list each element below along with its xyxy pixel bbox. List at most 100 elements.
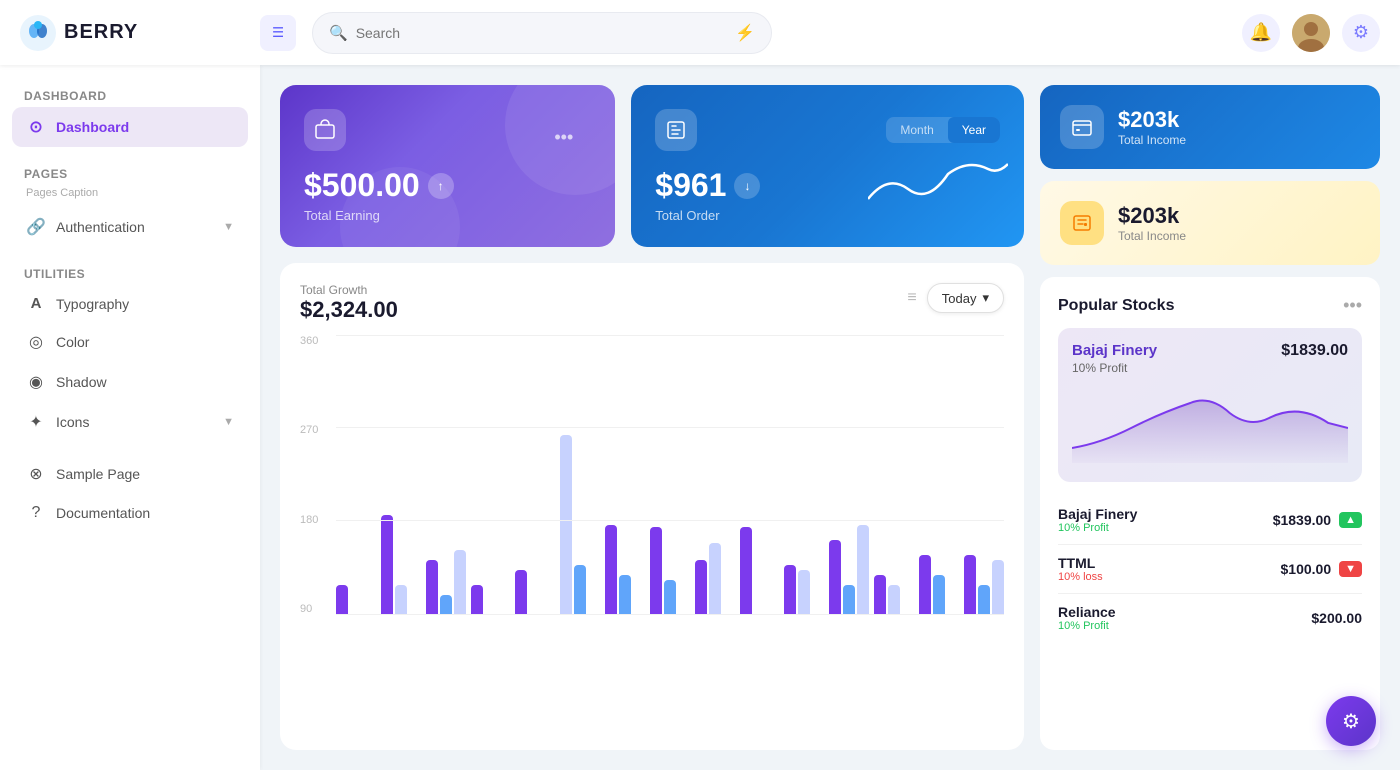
bar	[381, 515, 393, 615]
stock-price: $200.00	[1311, 610, 1362, 626]
stock-change: 10% Profit	[1058, 620, 1116, 632]
search-icon: 🔍	[329, 24, 348, 42]
bar	[829, 540, 841, 615]
income-label-yellow: Total Income	[1118, 229, 1186, 243]
documentation-icon: ?	[26, 504, 46, 522]
income-info-yellow: $203k Total Income	[1118, 203, 1186, 243]
earning-amount: $500.00 ↑	[304, 167, 591, 204]
order-card-top: Month Year	[655, 109, 1000, 151]
bar-group	[695, 543, 735, 615]
growth-label: Total Growth	[300, 283, 398, 297]
bar	[919, 555, 931, 615]
stocks-menu-icon[interactable]: •••	[1343, 295, 1362, 316]
bar	[336, 585, 348, 615]
pages-caption: Pages Caption	[12, 185, 248, 207]
order-amount: $961 ↓	[655, 167, 1000, 204]
bar-group	[336, 585, 376, 615]
avatar[interactable]	[1292, 14, 1330, 52]
sidebar-item-typography[interactable]: A Typography	[12, 285, 248, 322]
month-button[interactable]: Month	[886, 117, 947, 143]
bar	[709, 543, 721, 615]
bar	[798, 570, 810, 615]
bar	[619, 575, 631, 615]
bar-group	[740, 527, 780, 615]
main-layout: Dashboard ⊙ Dashboard Pages Pages Captio…	[0, 65, 1400, 770]
search-bar: 🔍 ⚡	[312, 12, 772, 54]
bajaj-featured: Bajaj Finery 10% Profit $1839.00	[1058, 328, 1362, 482]
bars	[336, 335, 1004, 615]
income-card-blue: $203k Total Income	[1040, 85, 1380, 169]
stock-item: TTML 10% loss $100.00 ▼	[1058, 545, 1362, 594]
sidebar-item-sample-page[interactable]: ⊗ Sample Page	[12, 454, 248, 494]
bajaj-top: Bajaj Finery 10% Profit $1839.00	[1072, 342, 1348, 375]
stock-price-row: $1839.00 ▲	[1273, 512, 1362, 528]
right-panel: $203k Total Income $203k Total Income Po…	[1040, 85, 1380, 750]
bar-chart: 360 270 180 90	[300, 335, 1004, 615]
order-card-icon	[655, 109, 697, 151]
bar	[695, 560, 707, 615]
bar-group	[874, 575, 914, 615]
bar	[454, 550, 466, 615]
sidebar-item-label: Color	[56, 334, 89, 350]
auth-icon: 🔗	[26, 217, 46, 237]
bar	[978, 585, 990, 615]
earning-label: Total Earning	[304, 208, 591, 223]
bar	[784, 565, 796, 615]
menu-button[interactable]: ☰	[260, 15, 296, 51]
bar	[515, 570, 527, 615]
bar	[664, 580, 676, 615]
card-dots-icon[interactable]: •••	[554, 127, 573, 148]
chevron-down-icon: ▼	[223, 221, 234, 233]
stock-details: Reliance 10% Profit	[1058, 604, 1116, 632]
search-input[interactable]	[356, 25, 727, 41]
sidebar-item-label: Authentication	[56, 219, 145, 235]
trend-down-badge: ▼	[1339, 561, 1362, 577]
stocks-card: Popular Stocks ••• Bajaj Finery 10% Prof…	[1040, 277, 1380, 750]
stock-item: Reliance 10% Profit $200.00	[1058, 594, 1362, 642]
stock-price-row: $100.00 ▼	[1281, 561, 1363, 577]
settings-button[interactable]: ⚙	[1342, 14, 1380, 52]
income-icon-blue	[1060, 105, 1104, 149]
sidebar-item-dashboard[interactable]: ⊙ Dashboard	[12, 107, 248, 147]
sidebar-item-documentation[interactable]: ? Documentation	[12, 494, 248, 532]
sidebar-item-label: Shadow	[56, 374, 107, 390]
bar	[888, 585, 900, 615]
income-label-blue: Total Income	[1118, 133, 1186, 147]
sidebar-item-label: Documentation	[56, 505, 150, 521]
y-label-360: 360	[300, 335, 318, 347]
stock-change: 10% loss	[1058, 571, 1103, 583]
stock-name: TTML	[1058, 555, 1103, 571]
shadow-icon: ◉	[26, 372, 46, 392]
sidebar-item-icons[interactable]: ✦ Icons ▼	[12, 402, 248, 442]
sidebar: Dashboard ⊙ Dashboard Pages Pages Captio…	[0, 65, 260, 770]
filter-icon[interactable]: ⚡	[735, 23, 755, 43]
sidebar-item-color[interactable]: ◎ Color	[12, 322, 248, 362]
sidebar-item-authentication[interactable]: 🔗 Authentication ▼	[12, 207, 248, 247]
stock-change: 10% Profit	[1058, 522, 1137, 534]
income-amount-blue: $203k	[1118, 107, 1186, 133]
bar-group	[560, 435, 600, 615]
sidebar-item-label: Sample Page	[56, 466, 140, 482]
year-button[interactable]: Year	[948, 117, 1000, 143]
notification-button[interactable]: 🔔	[1242, 14, 1280, 52]
chart-menu-icon[interactable]: ≡	[907, 289, 916, 307]
bajaj-chart	[1072, 383, 1348, 463]
sidebar-item-shadow[interactable]: ◉ Shadow	[12, 362, 248, 402]
bar-group	[605, 525, 645, 615]
bar-group	[471, 585, 511, 615]
today-button[interactable]: Today ▾	[927, 283, 1004, 313]
stock-details: TTML 10% loss	[1058, 555, 1103, 583]
dashboard-icon: ⊙	[26, 117, 46, 137]
bar-group	[919, 555, 959, 615]
bar	[395, 585, 407, 615]
y-label-180: 180	[300, 514, 318, 526]
income-card-yellow: $203k Total Income	[1040, 181, 1380, 265]
bar	[964, 555, 976, 615]
content-area: ••• $500.00 ↑ Total Earning	[260, 65, 1400, 770]
income-icon-yellow	[1060, 201, 1104, 245]
earning-card-icon	[304, 109, 346, 151]
bar-group	[650, 527, 690, 615]
fab-button[interactable]: ⚙	[1326, 696, 1376, 746]
y-label-90: 90	[300, 603, 318, 615]
bar-group	[381, 515, 421, 615]
